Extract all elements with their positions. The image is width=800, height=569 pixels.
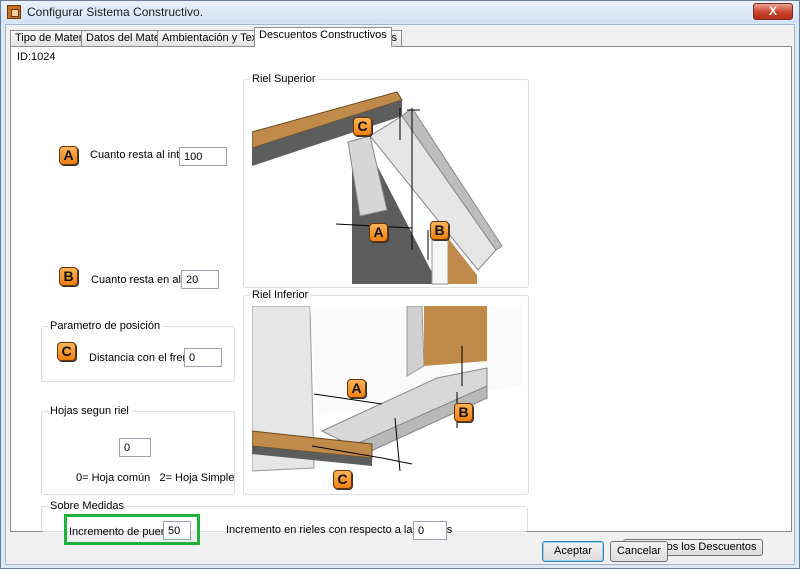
group-title-hojas: Hojas segun riel bbox=[48, 405, 131, 417]
input-incremento-rieles[interactable] bbox=[413, 521, 447, 540]
group-title-riel-inferior: Riel Inferior bbox=[250, 289, 311, 301]
input-hojas-riel[interactable] bbox=[119, 438, 151, 457]
diagram-inf-badge-c: C bbox=[333, 470, 352, 489]
group-title-riel-superior: Riel Superior bbox=[250, 73, 318, 85]
diagram-sup-badge-a: A bbox=[369, 223, 388, 242]
group-title-sobre-medidas: Sobre Medidas bbox=[48, 500, 126, 512]
window-title: Configurar Sistema Constructivo. bbox=[27, 5, 204, 19]
group-title-posicion: Parametro de posición bbox=[48, 320, 163, 332]
riel-superior-diagram bbox=[252, 91, 503, 285]
tab-descuentos-constructivos[interactable]: Descuentos Constructivos bbox=[254, 27, 392, 47]
badge-a: A bbox=[59, 146, 78, 165]
riel-inferior-diagram bbox=[252, 306, 522, 472]
diagram-sup-badge-c: C bbox=[353, 117, 372, 136]
group-riel-inferior: Riel Inferior A B C bbox=[243, 289, 529, 495]
input-distancia-frente[interactable] bbox=[184, 348, 222, 367]
label-distancia-frente: Distancia con el frente bbox=[89, 352, 198, 364]
diagram-inf-badge-a: A bbox=[347, 379, 366, 398]
close-button[interactable]: X bbox=[753, 3, 793, 20]
badge-b: B bbox=[59, 267, 78, 286]
group-hojas-segun-riel: Hojas segun riel 0= Hoja común 2= Hoja S… bbox=[41, 405, 235, 495]
cancelar-button[interactable]: Cancelar bbox=[610, 541, 668, 562]
diagram-inf-badge-b: B bbox=[454, 403, 473, 422]
input-incremento-puertas[interactable] bbox=[163, 521, 191, 540]
id-label: ID:1024 bbox=[17, 51, 56, 63]
input-resta-interior[interactable] bbox=[179, 147, 227, 166]
hojas-hint: 0= Hoja común 2= Hoja Simple bbox=[76, 472, 235, 484]
aceptar-button[interactable]: Aceptar bbox=[542, 541, 604, 562]
dialog-client: Tipo de Material Datos del Material Ambi… bbox=[5, 24, 795, 565]
diagram-sup-badge-b: B bbox=[430, 221, 449, 240]
group-riel-superior: Riel Superior C A B bbox=[243, 73, 529, 288]
dialog-window: Configurar Sistema Constructivo. X Tipo … bbox=[0, 0, 800, 569]
app-icon bbox=[7, 5, 21, 19]
badge-c: C bbox=[57, 342, 76, 361]
input-resta-altura[interactable] bbox=[181, 270, 219, 289]
group-parametro-posicion: Parametro de posición C Distancia con el… bbox=[41, 320, 235, 382]
descuentos-panel: ID:1024 A Cuanto resta al interior B Cua… bbox=[10, 46, 792, 556]
title-bar[interactable]: Configurar Sistema Constructivo. X bbox=[1, 1, 799, 23]
